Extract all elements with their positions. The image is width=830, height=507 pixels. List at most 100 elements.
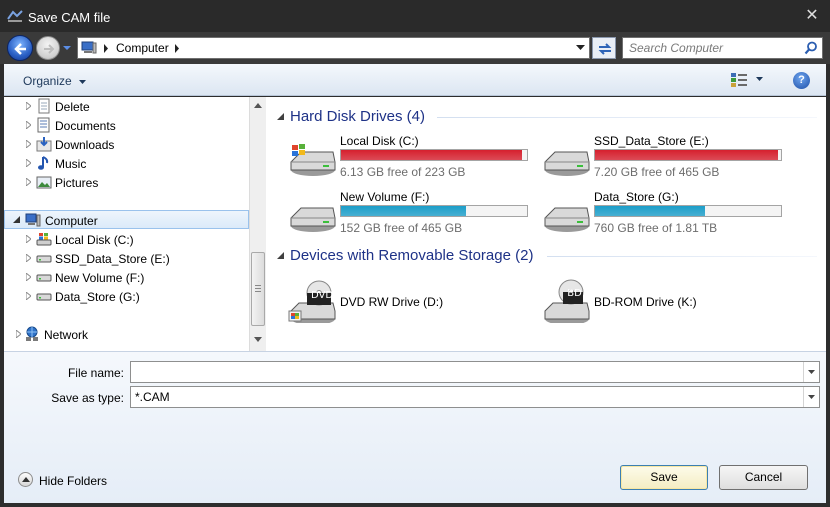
drive-icon: [36, 255, 52, 263]
computer-icon: [25, 213, 41, 227]
drive-bd-rom-k[interactable]: BD BD-ROM Drive (K:): [541, 279, 791, 339]
filename-input[interactable]: [135, 365, 795, 379]
expand-arrow-icon[interactable]: [26, 235, 31, 243]
filename-combobox[interactable]: [130, 361, 820, 383]
tree-item-label: Delete: [55, 100, 90, 114]
expand-arrow-icon[interactable]: [26, 102, 31, 110]
group-title: Devices with Removable Storage (2): [290, 247, 534, 264]
tree-item-music[interactable]: Music: [4, 154, 249, 173]
usage-fill: [595, 206, 705, 216]
address-bar[interactable]: Computer: [77, 37, 590, 59]
collapse-up-icon: [18, 472, 33, 487]
search-icon[interactable]: [804, 41, 818, 55]
expand-arrow-icon[interactable]: [26, 121, 31, 129]
network-icon: [26, 326, 38, 341]
breadcrumb-computer[interactable]: Computer: [116, 41, 169, 55]
tree-item-label: Network: [44, 328, 89, 342]
drive-name: DVD RW Drive (D:): [340, 295, 444, 309]
scroll-thumb[interactable]: [251, 252, 265, 326]
drive-local-disk-c[interactable]: Local Disk (C:) 6.13 GB free of 223 GB: [287, 134, 537, 184]
tree-item-label: Downloads: [55, 138, 115, 152]
documents-icon: [37, 117, 50, 133]
tree-item-delete[interactable]: Delete: [4, 97, 249, 116]
expand-arrow-icon[interactable]: [26, 292, 31, 300]
usage-bar: [340, 149, 528, 161]
windows-hard-drive-icon: [290, 144, 336, 176]
usage-bar: [594, 205, 782, 217]
drive-new-volume-f[interactable]: New Volume (F:) 152 GB free of 465 GB: [287, 190, 537, 240]
tree-item-network[interactable]: Network: [4, 325, 249, 344]
tree-item-label: Computer: [45, 214, 98, 228]
expand-arrow-icon[interactable]: [26, 273, 31, 281]
downloads-icon: [36, 137, 52, 152]
recent-pages-dropdown-icon[interactable]: [62, 44, 72, 52]
tree-item-data-store-g[interactable]: Data_Store (G:): [4, 287, 249, 306]
back-arrow-icon: [14, 43, 26, 55]
usage-bar: [594, 149, 782, 161]
tree-item-documents[interactable]: Documents: [4, 116, 249, 135]
navigation-bar: Computer: [0, 32, 830, 64]
tree-item-label: SSD_Data_Store (E:): [55, 252, 170, 266]
drive-free-space: 760 GB free of 1.81 TB: [594, 221, 718, 235]
breadcrumb-separator-icon[interactable]: [174, 44, 180, 53]
save-type-select[interactable]: *.CAM: [130, 386, 820, 408]
drive-name: New Volume (F:): [340, 190, 430, 204]
tree-item-pictures[interactable]: Pictures: [4, 173, 249, 192]
drive-ssd-data-store-e[interactable]: SSD_Data_Store (E:) 7.20 GB free of 465 …: [541, 134, 791, 184]
tree-item-label: Data_Store (G:): [55, 290, 140, 304]
help-button[interactable]: ?: [793, 72, 810, 89]
drive-dvd-rw-d[interactable]: DVD DVD RW Drive (D:): [287, 280, 537, 339]
expand-arrow-icon[interactable]: [26, 178, 31, 186]
breadcrumb-separator-icon[interactable]: [103, 44, 109, 53]
collapse-group-icon[interactable]: [277, 252, 284, 259]
organize-label: Organize: [23, 74, 72, 88]
cancel-button[interactable]: Cancel: [719, 465, 808, 490]
tree-item-ssd-data-store-e[interactable]: SSD_Data_Store (E:): [4, 249, 249, 268]
save-button[interactable]: Save: [620, 465, 708, 490]
command-bar: Organize ?: [4, 64, 826, 96]
content-area: Delete Documents Downloads Music Picture: [4, 97, 826, 351]
collapse-group-icon[interactable]: [277, 113, 284, 120]
tree-item-new-volume-f[interactable]: New Volume (F:): [4, 268, 249, 287]
tree-item-downloads[interactable]: Downloads: [4, 135, 249, 154]
expand-arrow-icon[interactable]: [16, 330, 21, 338]
save-form-area: File name: Save as type: *.CAM Hide Fold…: [4, 351, 826, 503]
save-type-label: Save as type:: [51, 391, 124, 405]
tree-item-label: Documents: [55, 119, 116, 133]
forward-arrow-icon: [44, 44, 55, 54]
tree-item-label: Music: [55, 157, 87, 171]
usage-fill: [341, 206, 467, 216]
expand-arrow-icon[interactable]: [26, 159, 31, 167]
document-icon: [38, 98, 50, 114]
tree-item-local-disk-c[interactable]: Local Disk (C:): [4, 230, 249, 249]
usage-bar: [340, 205, 528, 217]
drive-name: SSD_Data_Store (E:): [594, 134, 709, 148]
hide-folders-label: Hide Folders: [39, 474, 108, 488]
forward-button[interactable]: [36, 36, 60, 60]
change-view-icon[interactable]: [730, 72, 750, 88]
search-input[interactable]: [629, 41, 799, 55]
close-button[interactable]: ✕: [802, 6, 822, 26]
tree-item-computer[interactable]: Computer: [4, 210, 249, 229]
collapse-arrow-icon[interactable]: [13, 216, 20, 223]
back-button[interactable]: [7, 35, 33, 61]
drive-data-store-g[interactable]: Data_Store (G:) 760 GB free of 1.81 TB: [541, 190, 791, 240]
refresh-button[interactable]: [592, 37, 616, 59]
save-type-dropdown-button[interactable]: [803, 387, 819, 407]
scroll-up-icon[interactable]: [254, 103, 262, 108]
filename-dropdown-button[interactable]: [803, 362, 819, 382]
title-bar: Save CAM file ✕: [0, 0, 830, 32]
drive-name: BD-ROM Drive (K:): [594, 295, 697, 309]
group-divider: [437, 117, 817, 118]
pictures-icon: [36, 176, 52, 189]
dvd-badge-label: DVD: [310, 290, 334, 301]
hard-drive-icon: [290, 207, 336, 232]
address-dropdown-icon[interactable]: [576, 45, 585, 51]
expand-arrow-icon[interactable]: [26, 254, 31, 262]
search-box[interactable]: [622, 37, 823, 59]
scroll-down-icon[interactable]: [254, 337, 262, 342]
organize-menu-button[interactable]: Organize: [23, 74, 87, 88]
expand-arrow-icon[interactable]: [26, 140, 31, 148]
navigation-scrollbar[interactable]: [249, 97, 266, 351]
view-options-dropdown-icon[interactable]: [756, 77, 763, 82]
